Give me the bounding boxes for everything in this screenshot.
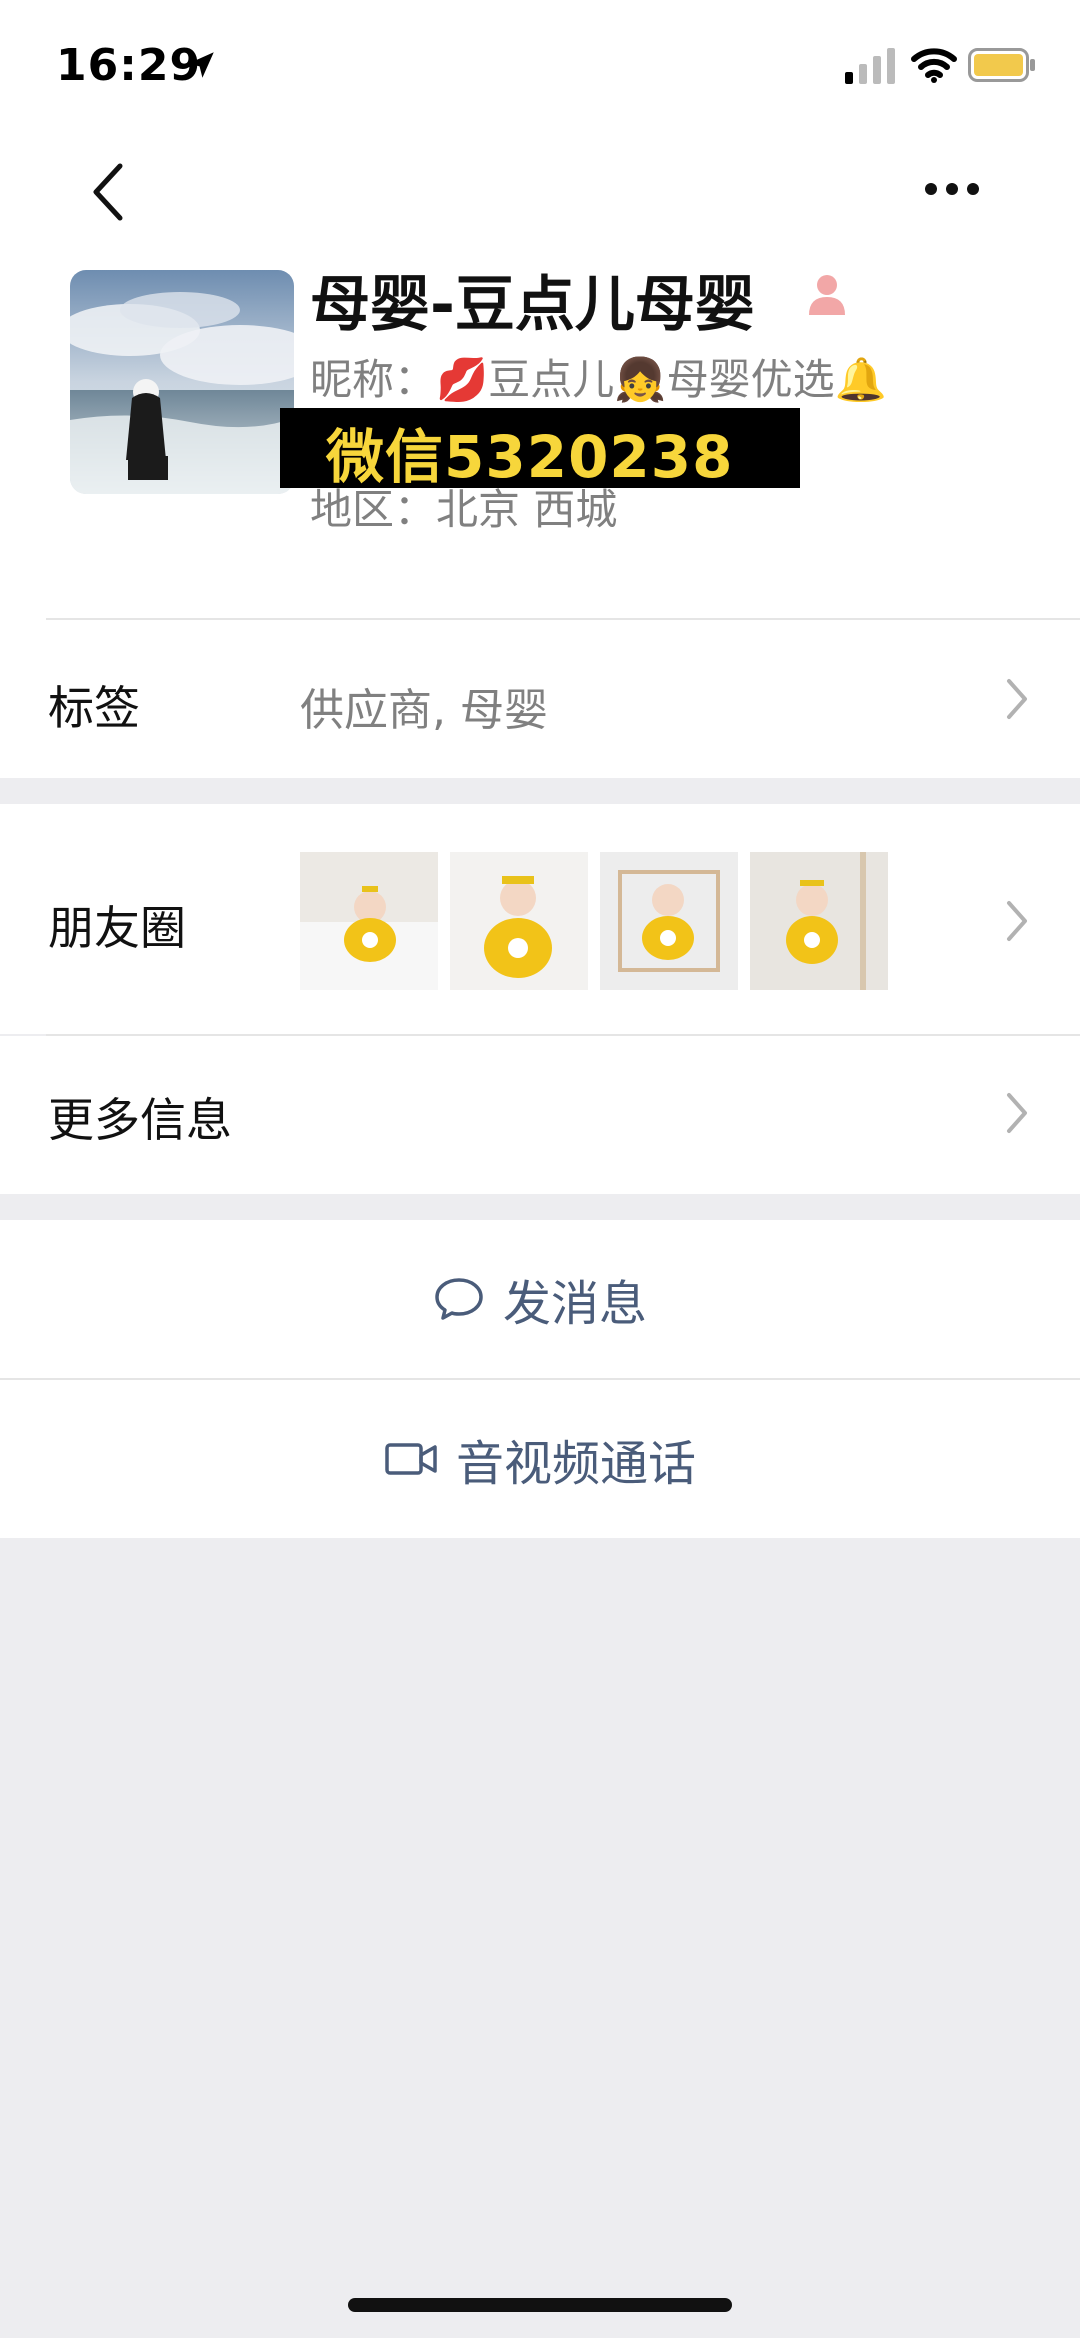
- video-call-label: 音视频通话: [455, 1436, 696, 1492]
- back-button[interactable]: [88, 160, 128, 224]
- contact-profile-screen: 16:29 母婴-豆点儿母婴 昵称：💋豆点儿👧母婴优选🔔 地区：北京 西城 微信…: [0, 0, 1080, 2338]
- chevron-right-icon: [1007, 1093, 1027, 1133]
- send-message-label: 发消息: [502, 1276, 647, 1332]
- cellular-signal-icon: [845, 48, 895, 84]
- tags-row[interactable]: 标签 供应商, 母婴: [0, 620, 1080, 778]
- more-info-row[interactable]: 更多信息: [0, 1036, 1080, 1194]
- person-silhouette-icon: [809, 275, 845, 315]
- chevron-right-icon: [1007, 679, 1027, 719]
- status-bar: 16:29: [0, 0, 1080, 120]
- more-options-button[interactable]: [924, 182, 980, 196]
- moment-thumbnail: [750, 852, 888, 990]
- moments-label: 朋友圈: [48, 901, 186, 955]
- battery-icon: [968, 48, 1035, 82]
- send-message-button[interactable]: 发消息: [0, 1220, 1080, 1378]
- avatar-image: [70, 270, 294, 494]
- home-indicator[interactable]: [348, 2298, 732, 2312]
- tags-label: 标签: [48, 681, 140, 735]
- nickname-text: 昵称：💋豆点儿👧母婴优选🔔: [310, 355, 887, 404]
- moment-thumbnail: [600, 852, 738, 990]
- profile-header: 母婴-豆点儿母婴 昵称：💋豆点儿👧母婴优选🔔 地区：北京 西城 微信532023…: [0, 120, 1080, 620]
- tags-value: 供应商, 母婴: [300, 685, 548, 736]
- chevron-right-icon: [1007, 901, 1027, 941]
- chat-bubble-icon: [435, 1278, 483, 1320]
- wifi-icon: [911, 48, 957, 83]
- status-time: 16:29: [56, 40, 202, 91]
- moments-thumbnails: [300, 852, 900, 992]
- video-camera-icon: [385, 1443, 437, 1475]
- moments-row[interactable]: 朋友圈: [0, 804, 1080, 1034]
- location-arrow-icon: [188, 52, 214, 78]
- video-call-button[interactable]: 音视频通话: [0, 1380, 1080, 1538]
- moment-thumbnail: [300, 852, 438, 990]
- more-info-label: 更多信息: [48, 1093, 232, 1147]
- contact-name: 母婴-豆点儿母婴: [310, 270, 755, 340]
- avatar[interactable]: [70, 270, 294, 494]
- moment-thumbnail: [450, 852, 588, 990]
- overlay-wechat-text: 微信5320238: [326, 423, 734, 491]
